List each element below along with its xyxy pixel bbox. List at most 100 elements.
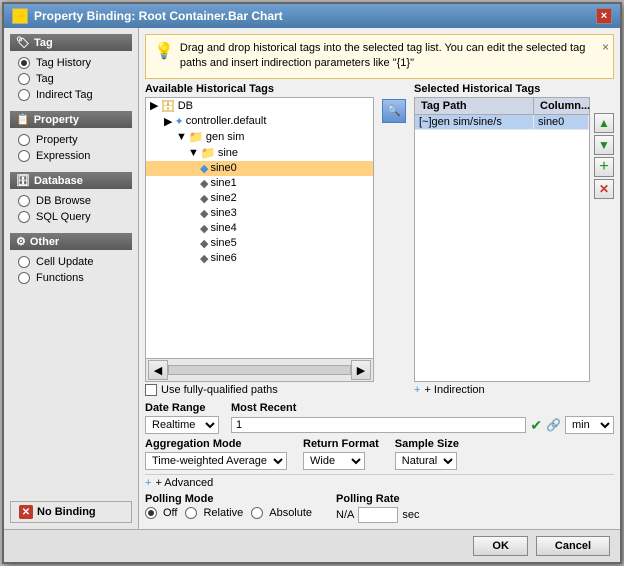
other-section-header: ⚙ Other xyxy=(10,233,132,250)
polling-rate-input[interactable] xyxy=(358,507,398,523)
col-column: Column... xyxy=(534,98,589,114)
tree-item-sine6[interactable]: ◆ sine6 xyxy=(146,251,373,266)
tree-item-sine3[interactable]: ◆ sine3 xyxy=(146,206,373,221)
sidebar-item-cell-update[interactable]: Cell Update xyxy=(10,254,132,270)
sidebar-item-sql-query[interactable]: SQL Query xyxy=(10,209,132,225)
polling-absolute-item[interactable]: Absolute xyxy=(251,507,312,519)
tree-item-sine1[interactable]: ◆ sine1 xyxy=(146,176,373,191)
side-buttons: ▲ ▼ + ✕ xyxy=(594,97,614,398)
property-item-label: Property xyxy=(36,134,78,146)
radio-sql-query[interactable] xyxy=(18,211,30,223)
radio-polling-relative[interactable] xyxy=(185,507,197,519)
sidebar-item-tag[interactable]: Tag xyxy=(10,71,132,87)
tree-item-sine2[interactable]: ◆ sine2 xyxy=(146,191,373,206)
tree-item-gensim[interactable]: ▼ 📁 gen sim xyxy=(146,129,373,145)
database-icon: 🗄 xyxy=(16,174,30,187)
return-format-select[interactable]: Wide Narrow xyxy=(303,452,365,470)
title-close-button[interactable]: × xyxy=(596,8,612,24)
sidebar-item-tag-history[interactable]: Tag History xyxy=(10,55,132,71)
radio-property[interactable] xyxy=(18,134,30,146)
radio-expression[interactable] xyxy=(18,150,30,162)
sine4-label: sine4 xyxy=(210,222,236,234)
info-banner-close[interactable]: × xyxy=(602,39,609,56)
sine3-label: sine3 xyxy=(210,207,236,219)
sample-size-select[interactable]: Natural Fixed xyxy=(395,452,457,470)
property-section-header: 📋 Property xyxy=(10,111,132,128)
row-column: sine0 xyxy=(534,115,589,129)
tree-next-button[interactable]: ▶ xyxy=(351,360,371,380)
sine3-icon: ◆ xyxy=(200,207,208,220)
tag-history-label: Tag History xyxy=(36,57,91,69)
polling-off-label: Off xyxy=(163,507,177,519)
tree-item-sine0[interactable]: ◆ sine0 xyxy=(146,161,373,176)
indirection-expand-icon[interactable]: + xyxy=(414,384,420,396)
property-binding-dialog: ⚡ Property Binding: Root Container.Bar C… xyxy=(2,2,622,564)
dialog-icon: ⚡ xyxy=(12,8,28,24)
date-range-input-row: Realtime Last Hour Today xyxy=(145,416,219,434)
polling-rate-unit: sec xyxy=(402,509,419,521)
no-binding-button[interactable]: ✕ No Binding xyxy=(10,501,132,523)
title-bar: ⚡ Property Binding: Root Container.Bar C… xyxy=(4,4,620,28)
available-tags-panel: Available Historical Tags ▶ 🗄 DB ▶ ✦ con… xyxy=(145,83,374,398)
ok-button[interactable]: OK xyxy=(473,536,528,556)
main-content: 💡 Drag and drop historical tags into the… xyxy=(139,28,620,529)
tag-section-icon: 🏷 xyxy=(16,36,30,49)
tree-item-controller[interactable]: ▶ ✦ controller.default xyxy=(146,114,373,129)
polling-row: Polling Mode Off Relative xyxy=(145,493,614,523)
sine6-label: sine6 xyxy=(210,252,236,264)
remove-button[interactable]: ✕ xyxy=(594,179,614,199)
tag-tree[interactable]: ▶ 🗄 DB ▶ ✦ controller.default ▼ xyxy=(145,97,374,359)
tree-item-db[interactable]: ▶ 🗄 DB xyxy=(146,98,373,114)
aggregation-label: Aggregation Mode xyxy=(145,438,287,450)
table-row[interactable]: [~]gen sim/sine/s sine0 xyxy=(415,115,589,130)
radio-functions[interactable] xyxy=(18,272,30,284)
radio-db-browse[interactable] xyxy=(18,195,30,207)
sine2-icon: ◆ xyxy=(200,192,208,205)
add-button[interactable]: + xyxy=(594,157,614,177)
database-label: Database xyxy=(34,175,83,187)
sidebar-item-functions[interactable]: Functions xyxy=(10,270,132,286)
tags-area: Available Historical Tags ▶ 🗄 DB ▶ ✦ con… xyxy=(145,83,614,398)
advanced-label[interactable]: + Advanced xyxy=(155,477,213,489)
return-format-input-row: Wide Narrow xyxy=(303,452,379,470)
most-recent-unit-select[interactable]: min sec hour xyxy=(565,416,614,434)
polling-rate-label: Polling Rate xyxy=(336,493,419,505)
move-down-button[interactable]: ▼ xyxy=(594,135,614,155)
radio-polling-off[interactable] xyxy=(145,507,157,519)
radio-tag[interactable] xyxy=(18,73,30,85)
cancel-button[interactable]: Cancel xyxy=(536,536,610,556)
indirection-label[interactable]: + Indirection xyxy=(424,384,484,396)
dialog-body: 🏷 Tag Tag History Tag Indirect Tag xyxy=(4,28,620,529)
radio-tag-history[interactable] xyxy=(18,57,30,69)
advanced-expand-icon[interactable]: + xyxy=(145,477,151,489)
fully-qualified-checkbox[interactable] xyxy=(145,384,157,396)
tree-item-sine[interactable]: ▼ 📁 sine xyxy=(146,145,373,161)
check-icon: ✔ xyxy=(530,417,542,434)
sine6-icon: ◆ xyxy=(200,252,208,265)
db-icon: 🗄 xyxy=(160,99,175,113)
polling-off-item[interactable]: Off xyxy=(145,507,177,519)
move-up-button[interactable]: ▲ xyxy=(594,113,614,133)
polling-relative-item[interactable]: Relative xyxy=(185,507,243,519)
selected-tags-label: Selected Historical Tags xyxy=(414,83,614,95)
tree-prev-button[interactable]: ◀ xyxy=(148,360,168,380)
most-recent-label: Most Recent xyxy=(231,402,614,414)
radio-polling-absolute[interactable] xyxy=(251,507,263,519)
available-tags-label: Available Historical Tags xyxy=(145,83,374,95)
browse-button[interactable]: 🔍 xyxy=(382,99,406,123)
sidebar-item-db-browse[interactable]: DB Browse xyxy=(10,193,132,209)
most-recent-input[interactable] xyxy=(231,417,526,433)
property-label: Property xyxy=(34,114,79,126)
sidebar-item-expression[interactable]: Expression xyxy=(10,148,132,164)
polling-rate-row: N/A sec xyxy=(336,507,419,523)
date-range-select[interactable]: Realtime Last Hour Today xyxy=(145,416,219,434)
aggregation-select[interactable]: Time-weighted Average Average Min Max xyxy=(145,452,287,470)
tree-item-sine5[interactable]: ◆ sine5 xyxy=(146,236,373,251)
sidebar-item-indirect-tag[interactable]: Indirect Tag xyxy=(10,87,132,103)
radio-indirect-tag[interactable] xyxy=(18,89,30,101)
other-icon: ⚙ xyxy=(16,235,26,248)
tree-item-sine4[interactable]: ◆ sine4 xyxy=(146,221,373,236)
sidebar-item-property[interactable]: Property xyxy=(10,132,132,148)
radio-cell-update[interactable] xyxy=(18,256,30,268)
tree-scrollbar[interactable] xyxy=(168,365,351,375)
